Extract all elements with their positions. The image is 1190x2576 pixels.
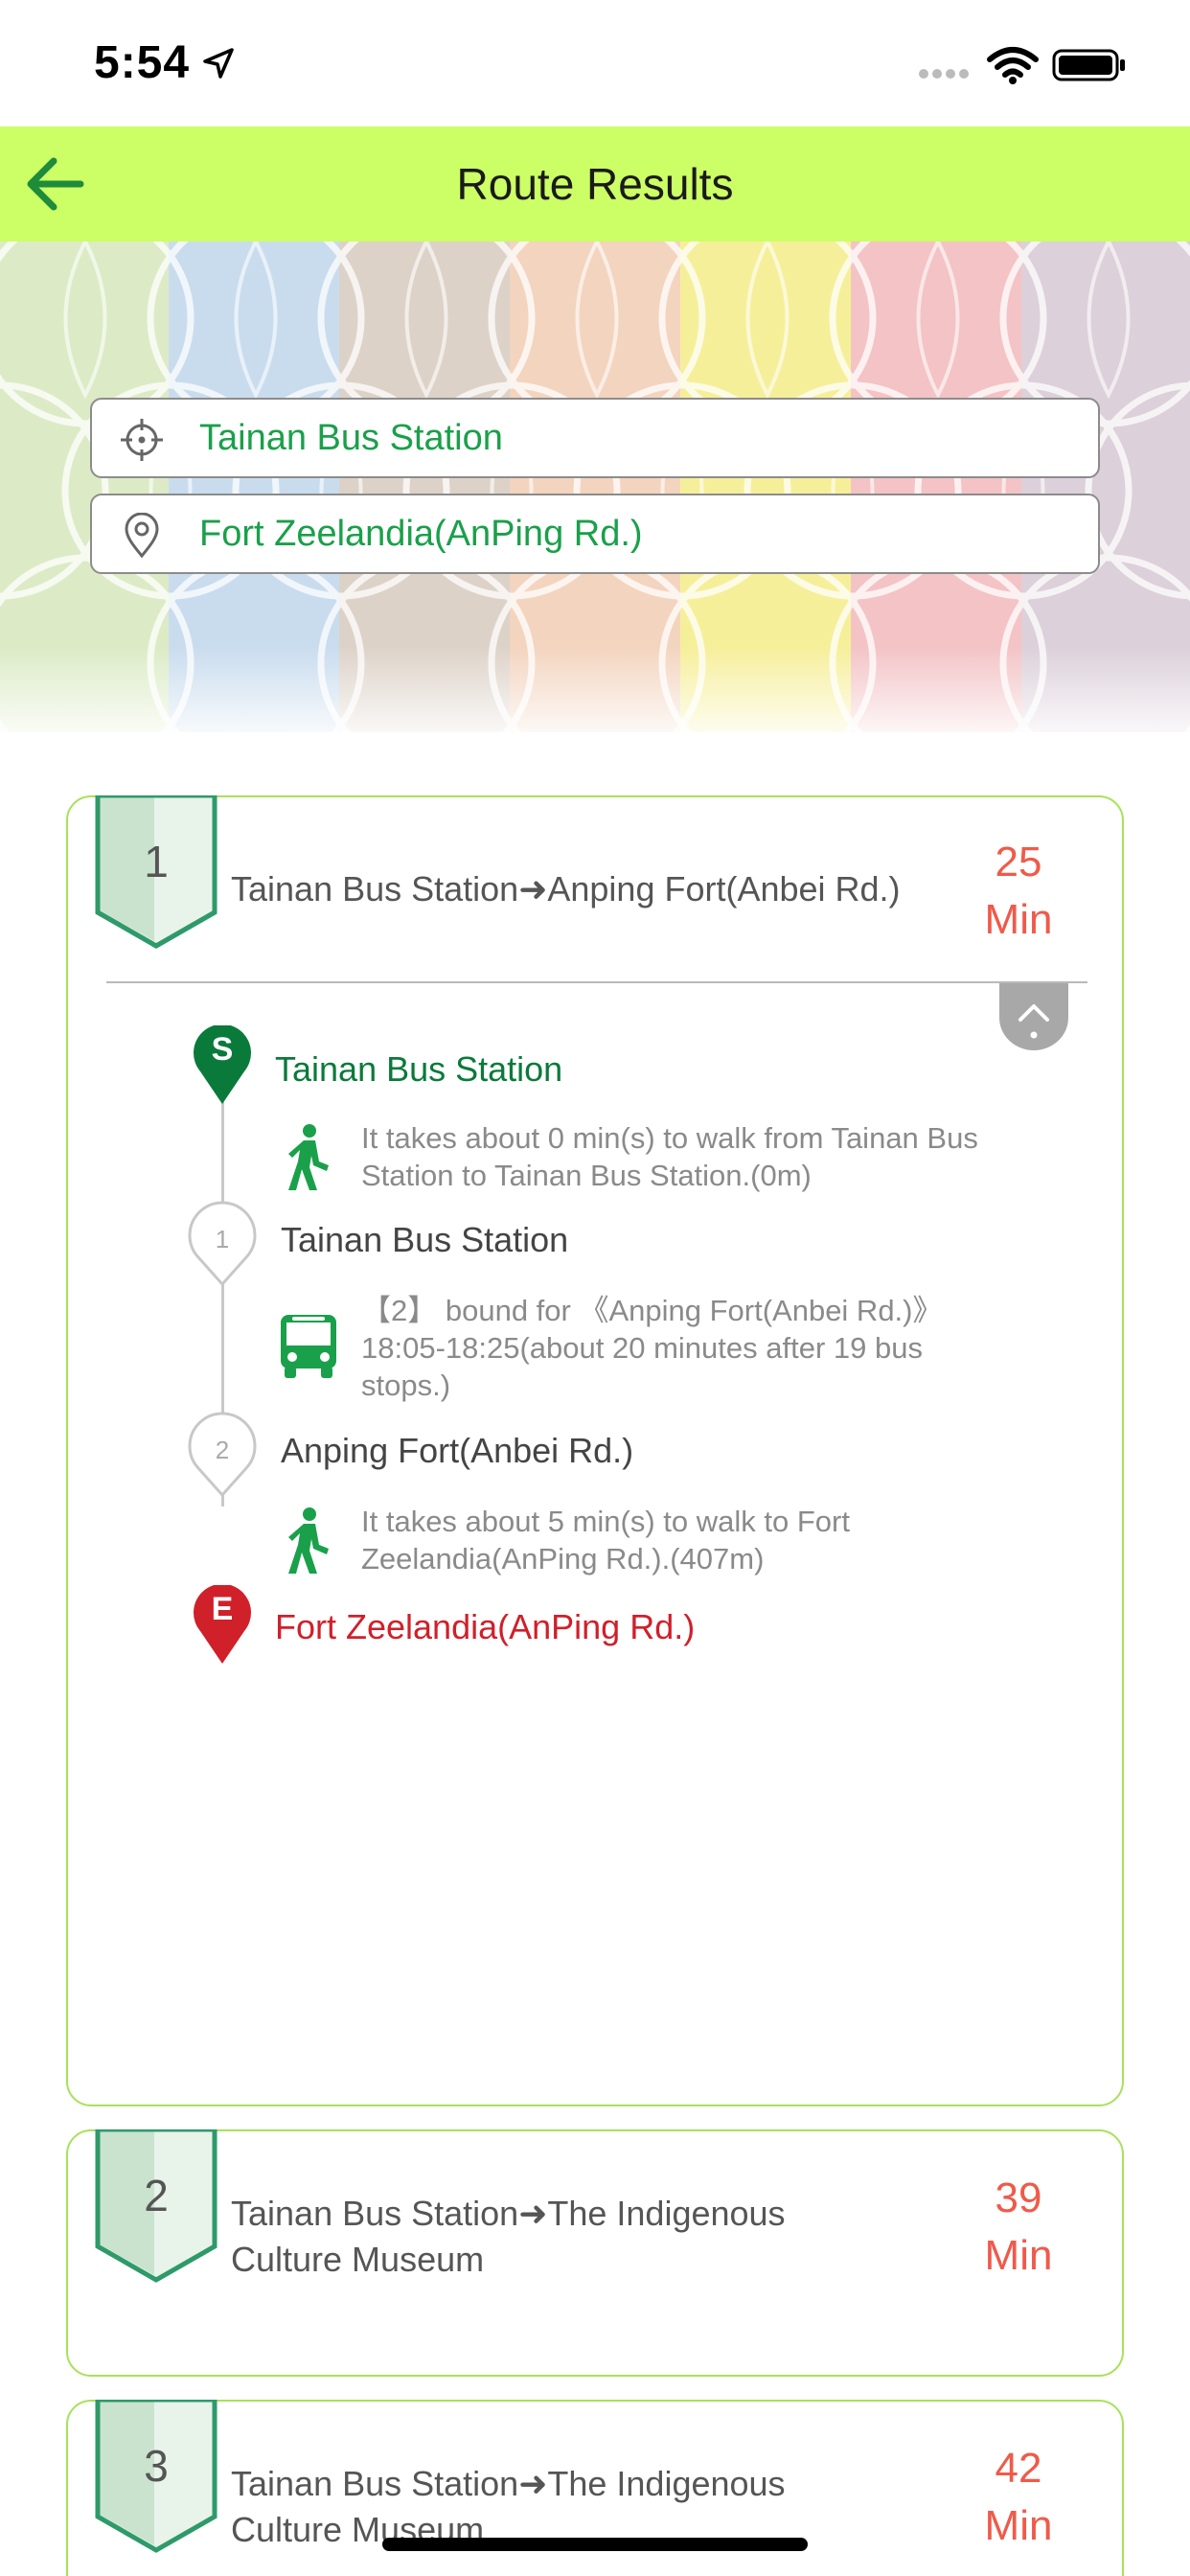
walk-instruction: It takes about 5 min(s) to walk to Fort … <box>361 1505 850 1576</box>
walking-person-icon <box>288 1124 329 1190</box>
start-badge-letter: S <box>211 1031 234 1068</box>
nav-bar: Route Results <box>0 126 1190 242</box>
destination-value: Fort Zeelandia(AnPing Rd.) <box>199 514 643 554</box>
duration-unit: Min <box>984 896 1053 943</box>
stop-number: 1 <box>215 1225 230 1254</box>
duration-value: 39 <box>995 2174 1042 2221</box>
bus-instruction: 【2】 bound for 《Anping Fort(Anbei Rd.)》 1… <box>361 1292 1051 1404</box>
bus-icon <box>281 1315 336 1378</box>
route-title: Tainan Bus Station➜Anping Fort(Anbei Rd.… <box>231 869 901 908</box>
route-card[interactable]: 1 Tainan Bus Station➜Anping Fort(Anbei R… <box>66 795 1124 2106</box>
walking-person-icon <box>288 1507 329 1574</box>
duration-unit: Min <box>984 2502 1053 2549</box>
duration-value: 25 <box>995 839 1042 886</box>
route-card[interactable]: 2 Tainan Bus Station➜The Indigenous Cult… <box>66 2129 1124 2377</box>
collapse-button[interactable] <box>999 983 1068 1050</box>
end-badge-letter: E <box>211 1591 234 1627</box>
bus-route-line: 【2】 bound for 《Anping Fort(Anbei Rd.)》 <box>361 1294 943 1327</box>
stop-name: Anping Fort(Anbei Rd.) <box>281 1431 634 1470</box>
back-button[interactable] <box>21 150 90 218</box>
page-title: Route Results <box>456 159 734 209</box>
stop-name: Tainan Bus Station <box>281 1220 569 1259</box>
origin-value: Tainan Bus Station <box>199 418 503 458</box>
origin-field[interactable]: Tainan Bus Station <box>90 398 1100 478</box>
rank-number: 3 <box>144 2441 169 2491</box>
destination-field[interactable]: Fort Zeelandia(AnPing Rd.) <box>90 494 1100 574</box>
card-divider <box>106 981 1087 983</box>
cellular-signal-icon <box>919 69 969 79</box>
duration-unit: Min <box>984 2232 1053 2279</box>
route-duration: 42 Min <box>951 2440 1086 2555</box>
crosshair-icon <box>121 419 163 461</box>
rank-number: 1 <box>144 837 169 886</box>
home-indicator[interactable] <box>382 2538 808 2551</box>
header-pattern-banner <box>0 242 1190 732</box>
location-pin-icon <box>125 513 159 559</box>
duration-value: 42 <box>995 2445 1042 2492</box>
stop-number: 2 <box>215 1436 230 1464</box>
wifi-icon <box>987 47 1039 84</box>
route-duration: 25 Min <box>951 834 1086 949</box>
rank-number: 2 <box>144 2171 169 2220</box>
header-fade <box>0 646 1190 732</box>
walk-instruction: It takes about 0 min(s) to walk from Tai… <box>361 1121 978 1192</box>
end-stop-name: Fort Zeelandia(AnPing Rd.) <box>275 1607 696 1646</box>
route-duration: 39 Min <box>951 2170 1086 2285</box>
start-stop-name: Tainan Bus Station <box>275 1049 563 1089</box>
battery-icon <box>1052 49 1125 81</box>
status-bar: 5:54 <box>0 0 1190 126</box>
status-time: 5:54 <box>94 37 191 88</box>
location-arrow-icon <box>203 48 234 79</box>
bus-schedule-line: 18:05-18:25(about 20 minutes after 19 bu… <box>361 1331 923 1402</box>
route-title: Tainan Bus Station➜The Indigenous Cultur… <box>231 2194 786 2279</box>
